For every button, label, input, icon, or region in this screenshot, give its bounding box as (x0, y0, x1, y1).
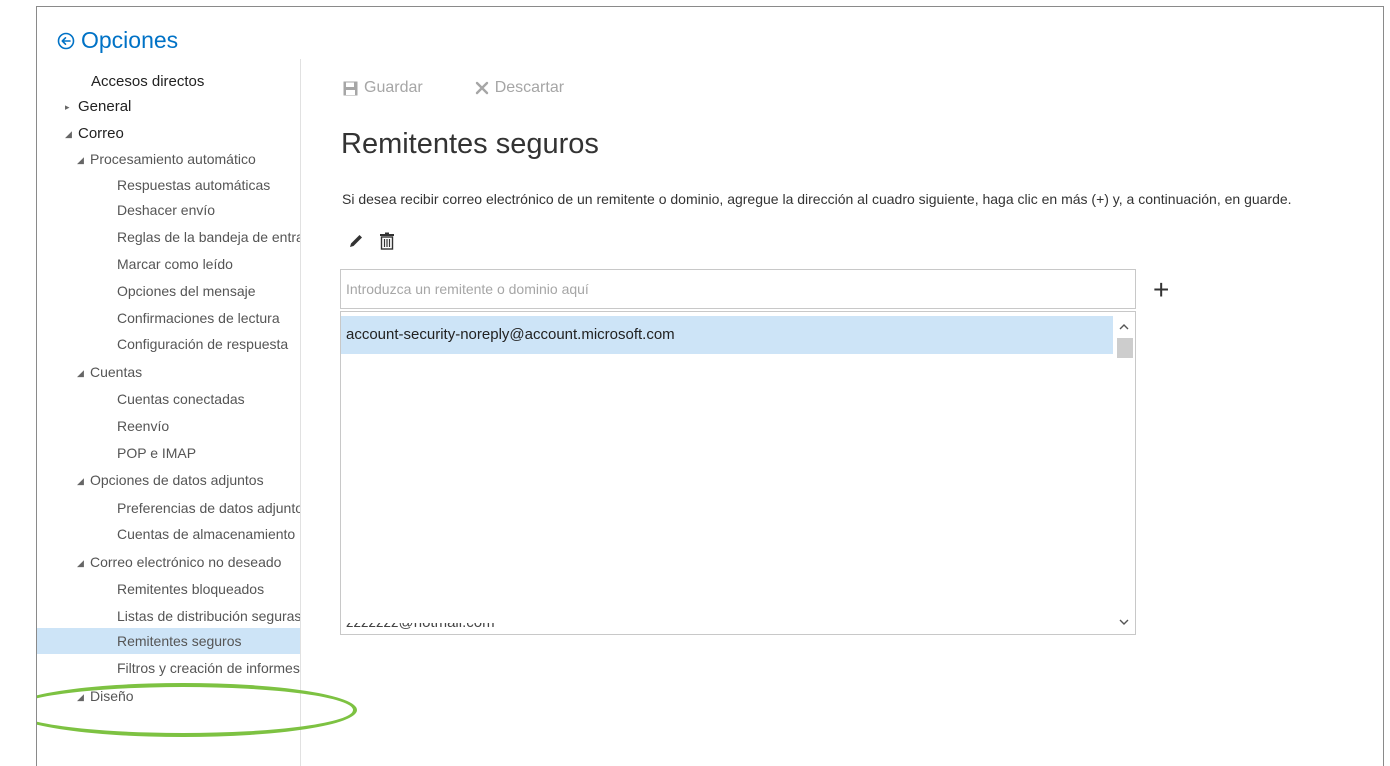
sidebar-item[interactable]: Deshacer envío (37, 197, 301, 223)
sidebar-item-label: Preferencias de datos adjuntos (117, 500, 301, 516)
sidebar-item[interactable]: Remitentes bloqueados (37, 576, 301, 602)
sidebar-item[interactable]: Cuentas conectadas (37, 386, 301, 412)
sidebar-item[interactable]: Listas de distribución seguras (37, 603, 301, 629)
discard-label: Descartar (494, 79, 565, 96)
sidebar-item[interactable]: Remitentes seguros (37, 628, 301, 654)
sidebar-item[interactable]: ◢ Diseño (37, 683, 301, 709)
sidebar-item[interactable]: Reglas de la bandeja de entrada (37, 224, 301, 250)
collapse-arrow-icon[interactable]: ◢ (77, 550, 87, 575)
list-scrollbar[interactable] (1113, 312, 1135, 634)
add-icon: + (1153, 274, 1170, 305)
sidebar-item-label: POP e IMAP (117, 445, 197, 461)
sidebar-item-label: Procesamiento automático (90, 151, 256, 167)
sidebar-item-label: Filtros y creación de informes (117, 660, 300, 676)
scroll-thumb[interactable] (1117, 338, 1133, 358)
sidebar-item-label: Cuentas de almacenamiento (117, 526, 296, 542)
sidebar-item[interactable]: Preferencias de datos adjuntos (37, 495, 301, 521)
sidebar-item[interactable]: POP e IMAP (37, 440, 301, 466)
scroll-down-button[interactable] (1113, 612, 1135, 632)
sidebar-item-label: Opciones de datos adjuntos (90, 472, 264, 488)
back-circle-icon (57, 32, 75, 49)
edit-button[interactable] (347, 232, 365, 250)
sidebar-item-label: Listas de distribución seguras (117, 608, 301, 624)
sidebar-item-label: Opciones del mensaje (117, 283, 256, 299)
collapse-arrow-icon[interactable]: ◢ (65, 121, 75, 147)
sidebar-item-label: Cuentas conectadas (117, 391, 245, 407)
options-sidebar: Accesos directos ▸ General ◢ Correo ◢ Procesam… (37, 59, 301, 766)
sidebar-item-label: General (78, 98, 132, 115)
list-item-partial[interactable]: zzzzzzz@hotmail.com (346, 623, 495, 633)
toolbar: Guardar Descartar (343, 79, 564, 97)
page-title: Remitentes seguros (341, 128, 599, 160)
sidebar-item-label: Deshacer envío (117, 202, 216, 218)
sidebar-item-label: Marcar como leído (117, 256, 233, 272)
list-item[interactable]: account-security-noreply@account.microso… (341, 316, 1115, 354)
sidebar-item-label: Correo electrónico no deseado (90, 554, 282, 570)
options-window: Opciones Accesos directos ▸ General ◢ Correo… (36, 6, 1384, 766)
sender-address-partial: zzzzzzz@hotmail.com (346, 623, 495, 631)
scroll-up-icon (1119, 323, 1129, 329)
sidebar-item[interactable]: Reenvío (37, 413, 301, 439)
list-edit-tools (347, 232, 395, 250)
sidebar-item[interactable]: ◢ Opciones de datos adjuntos (37, 467, 301, 493)
sidebar-item-label: Configuración de respuesta (117, 336, 289, 352)
sidebar-item-label: Remitentes seguros (117, 633, 242, 649)
safe-senders-list[interactable]: account-security-noreply@account.microso… (340, 311, 1136, 635)
sidebar-item-label: Reglas de la bandeja de entrada (117, 229, 301, 245)
save-label: Guardar (364, 79, 423, 96)
collapse-arrow-icon[interactable]: ◢ (77, 468, 87, 493)
sidebar-item[interactable]: Respuestas automáticas (37, 172, 301, 198)
sidebar-item[interactable]: Marcar como leído (37, 251, 301, 277)
scroll-up-button[interactable] (1113, 316, 1135, 336)
sidebar-item[interactable]: Cuentas de almacenamiento (37, 521, 301, 547)
sidebar-item[interactable]: Opciones del mensaje (37, 278, 301, 304)
edit-pencil-icon (350, 235, 362, 247)
discard-button[interactable]: Descartar (475, 79, 564, 97)
collapse-arrow-icon[interactable]: ◢ (77, 147, 87, 172)
sidebar-item-label: Reenvío (117, 418, 170, 434)
sidebar-item-label: Respuestas automáticas (117, 177, 271, 193)
app-title: Opciones (81, 27, 179, 53)
sender-address: account-security-noreply@account.microso… (346, 326, 675, 343)
sender-input[interactable] (340, 269, 1136, 309)
sidebar-item[interactable]: ◢ Correo (37, 121, 301, 147)
add-sender-button[interactable]: + (1153, 274, 1170, 305)
sidebar-item-label: Diseño (90, 688, 134, 704)
sidebar-divider (300, 59, 301, 766)
sidebar-item-label: Remitentes bloqueados (117, 581, 265, 597)
sidebar-item[interactable]: Accesos directos (37, 69, 301, 95)
page-description: Si desea recibir correo electrónico de u… (342, 191, 1292, 207)
sidebar-item[interactable]: ◢ Procesamiento automático (37, 146, 301, 172)
sidebar-item-label: Accesos directos (91, 73, 205, 90)
options-back-link[interactable]: Opciones (57, 27, 178, 54)
sidebar-item[interactable]: Configuración de respuesta (37, 331, 301, 357)
sidebar-item[interactable]: ◢ Correo electrónico no deseado (37, 549, 301, 575)
sidebar-item[interactable]: Confirmaciones de lectura (37, 305, 301, 331)
sidebar-item[interactable]: ◢ Cuentas (37, 359, 301, 385)
expand-arrow-icon[interactable]: ▸ (65, 94, 75, 120)
sidebar-item[interactable]: Filtros y creación de informes (37, 655, 301, 681)
discard-icon (475, 81, 488, 95)
collapse-arrow-icon[interactable]: ◢ (77, 684, 87, 709)
scroll-down-icon (1119, 619, 1129, 625)
sidebar-item-label: Cuentas (90, 364, 143, 380)
sidebar-item-label: Correo (78, 125, 124, 142)
trash-icon (380, 232, 394, 250)
sidebar-item[interactable]: ▸ General (37, 94, 301, 120)
delete-button[interactable] (379, 232, 395, 250)
save-button[interactable]: Guardar (343, 79, 423, 97)
sidebar-item-label: Confirmaciones de lectura (117, 310, 280, 326)
save-icon (343, 81, 358, 95)
collapse-arrow-icon[interactable]: ◢ (77, 360, 87, 385)
